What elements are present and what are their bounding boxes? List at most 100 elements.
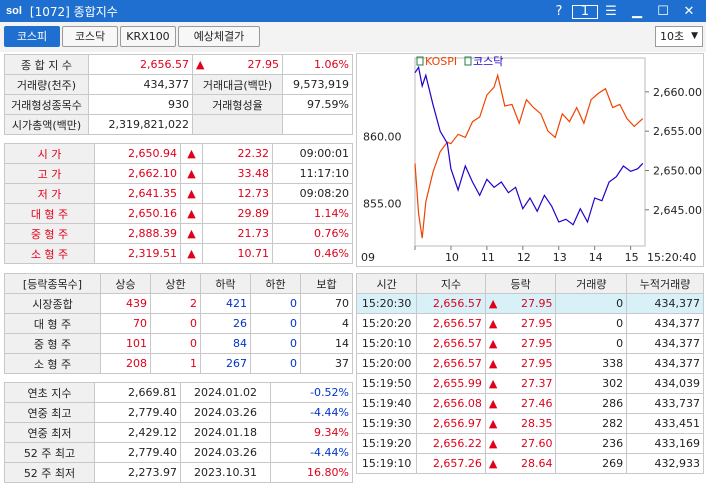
tick-index: 2,656.97 (416, 413, 486, 434)
yearly-value: 2,273.97 (94, 462, 181, 483)
price-value: 2,641.35 (94, 183, 181, 204)
tick-row[interactable]: 15:20:00 2,656.57 ▲ 27.95 338 434,377 (355, 353, 704, 374)
tick-row[interactable]: 15:19:50 2,655.99 ▲ 27.37 302 434,039 (355, 373, 704, 394)
price-change: 10.71 (202, 243, 273, 264)
price-value: 2,650.16 (94, 203, 181, 224)
help-button[interactable]: ? (546, 4, 572, 19)
tick-change: ▲ 27.46 (484, 393, 557, 414)
x-tick-label: 14 (589, 251, 603, 264)
menu-icon[interactable]: ☰ (598, 4, 624, 19)
minimize-icon[interactable]: ▁ (624, 4, 650, 19)
yearly-date: 2024.03.26 (180, 402, 271, 423)
breadth-down: 84 (200, 333, 251, 354)
traded-count-label: 거래형성종목수 (4, 94, 89, 115)
up-arrow-icon: ▲ (180, 183, 203, 204)
price-row: 대 형 주 2,650.16 ▲ 29.89 1.14% (4, 203, 353, 224)
yearly-row: 52 주 최고 2,779.40 2024.03.26 -4.44% (4, 442, 353, 463)
tick-volume: 302 (555, 373, 628, 394)
y-right-tick-label: 2,660.00 (653, 86, 702, 99)
tick-volume: 0 (555, 313, 628, 334)
y-right-tick-label: 2,655.00 (653, 125, 702, 138)
up-arrow-icon: ▲ (488, 457, 498, 470)
breadth-label: 소 형 주 (4, 353, 101, 374)
price-extra: 0.76% (272, 223, 353, 244)
tick-index: 2,655.99 (416, 373, 486, 394)
breadth-up: 439 (100, 293, 151, 314)
price-value: 2,662.10 (94, 163, 181, 184)
up-arrow-icon: ▲ (488, 297, 498, 310)
tick-row[interactable]: 15:19:20 2,656.22 ▲ 27.60 236 433,169 (355, 433, 704, 454)
up-arrow-icon: ▲ (180, 243, 203, 264)
maximize-icon[interactable]: ☐ (650, 4, 676, 19)
price-value: 2,319.51 (94, 243, 181, 264)
tick-change: ▲ 28.35 (484, 413, 557, 434)
x-tick-label: 11 (481, 251, 495, 264)
tick-index: 2,657.26 (416, 453, 486, 474)
breadth-row: 시장종합 439 2 421 0 70 (4, 293, 353, 314)
yearly-date: 2024.01.02 (180, 382, 271, 403)
up-arrow-icon: ▲ (488, 417, 498, 430)
tick-volume: 0 (555, 293, 628, 314)
tick-change: ▲ 27.95 (484, 333, 557, 354)
breadth-header: [등락종목수] 상승 상한 하락 하한 보합 (4, 273, 353, 294)
up-arrow-icon: ▲ (196, 58, 205, 71)
tick-index: 2,656.57 (416, 353, 486, 374)
tab-expected-price[interactable]: 예상체결가 (178, 26, 260, 47)
tick-row[interactable]: 15:20:20 2,656.57 ▲ 27.95 0 434,377 (355, 313, 704, 334)
price-label: 소 형 주 (4, 243, 95, 264)
breadth-flat: 14 (300, 333, 353, 354)
yearly-label: 연중 최고 (4, 402, 95, 423)
index-value: 2,656.57 (88, 54, 193, 75)
intraday-chart[interactable]: 09 10 11 12 13 14 15 15:20:40 860.00 855.00 2,660.… (356, 53, 704, 267)
close-icon[interactable]: ✕ (676, 4, 702, 19)
tick-header-cell: 누적거래량 (626, 273, 704, 294)
tick-row[interactable]: 15:20:10 2,656.57 ▲ 27.95 0 434,377 (355, 333, 704, 354)
price-extra: 09:08:20 (272, 183, 353, 204)
tab-krx100[interactable]: KRX100 (120, 26, 176, 47)
tab-kosdaq[interactable]: 코스닥 (62, 26, 118, 47)
yearly-value: 2,669.81 (94, 382, 181, 403)
empty-cell (282, 114, 353, 135)
tick-row[interactable]: 15:19:40 2,656.08 ▲ 27.46 286 433,737 (355, 393, 704, 414)
yearly-label: 52 주 최저 (4, 462, 95, 483)
tick-row[interactable]: 15:19:30 2,656.97 ▲ 28.35 282 433,451 (355, 413, 704, 434)
tick-time: 15:19:30 (355, 413, 418, 434)
tick-volume: 236 (555, 433, 628, 454)
up-arrow-icon: ▲ (180, 223, 203, 244)
tick-time: 15:19:20 (355, 433, 418, 454)
interval-select[interactable]: 10초 ▼ (655, 26, 703, 47)
price-value: 2,650.94 (94, 143, 181, 164)
yearly-pct: -4.44% (270, 442, 353, 463)
tick-header-cell: 지수 (416, 273, 486, 294)
index-change: ▲ 27.95 (192, 54, 283, 75)
x-tick-label: 15 (625, 251, 639, 264)
tab-kospi[interactable]: 코스피 (4, 26, 60, 47)
tick-header: 시간 지수 등락 거래량 누적거래량 (355, 273, 704, 294)
chart-svg: 09 10 11 12 13 14 15 15:20:40 860.00 855.00 2,660.… (361, 55, 702, 264)
tick-header-cell: 시간 (355, 273, 418, 294)
tick-volume: 282 (555, 413, 628, 434)
x-tick-label: 12 (517, 251, 531, 264)
tick-cumulative: 432,933 (626, 453, 704, 474)
up-arrow-icon: ▲ (488, 377, 498, 390)
pin-button[interactable]: 1 (572, 4, 598, 19)
breadth-uplimit: 0 (150, 313, 201, 334)
x-end-label: 15:20:40 (647, 251, 696, 264)
tick-change: ▲ 27.95 (484, 293, 557, 314)
yearly-row: 연초 지수 2,669.81 2024.01.02 -0.52% (4, 382, 353, 403)
tick-time: 15:19:50 (355, 373, 418, 394)
y-left-tick-label: 855.00 (363, 197, 402, 210)
legend-kospi: KOSPI (425, 55, 457, 68)
tick-row[interactable]: 15:19:10 2,657.26 ▲ 28.64 269 432,933 (355, 453, 704, 474)
tick-row[interactable]: 15:20:30 2,656.57 ▲ 27.95 0 434,377 (355, 293, 704, 314)
volume-label: 거래량(천주) (4, 74, 89, 95)
yearly-table: 연초 지수 2,669.81 2024.01.02 -0.52% 연중 최고 2,779.… (4, 382, 353, 483)
tick-change: ▲ 27.60 (484, 433, 557, 454)
tick-cumulative: 434,377 (626, 313, 704, 334)
app-logo: sol (6, 5, 22, 17)
tick-time: 15:20:20 (355, 313, 418, 334)
yearly-date: 2024.01.18 (180, 422, 271, 443)
tick-time: 15:19:40 (355, 393, 418, 414)
x-tick-label: 10 (445, 251, 459, 264)
breadth-header-cell: 상승 (100, 273, 151, 294)
